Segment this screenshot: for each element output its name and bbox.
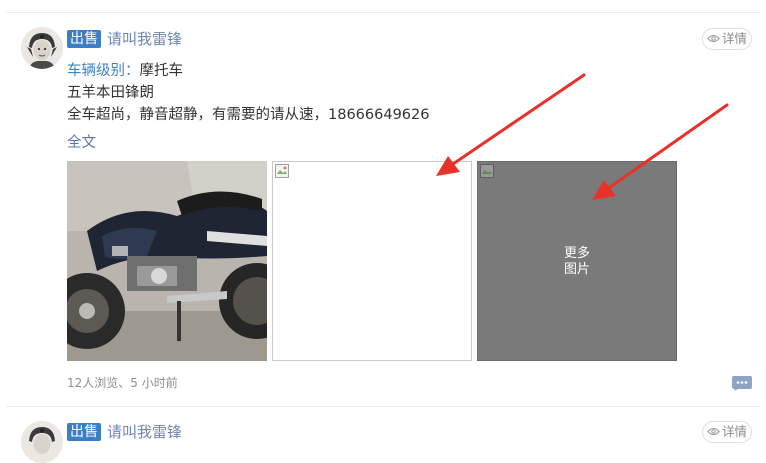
vehicle-level: 车辆级别：摩托车 [67, 61, 183, 81]
detail-label: 详情 [721, 31, 747, 46]
username-link[interactable]: 请叫我雷锋 [107, 422, 182, 442]
level-separator: ： [125, 63, 140, 79]
more-images-label: 更多 图片 [478, 246, 676, 278]
avatar[interactable] [21, 421, 63, 463]
avatar[interactable] [21, 27, 63, 69]
post-title: 五羊本田锋朗 [67, 85, 154, 101]
sale-badge: 出售 [67, 30, 101, 48]
full-text-link[interactable]: 全文 [67, 133, 96, 153]
level-label: 车辆级别 [67, 63, 125, 79]
image-placeholder[interactable] [272, 161, 472, 361]
post-divider [6, 406, 760, 407]
view-stats: 12人浏览、5 小时前 [67, 376, 178, 390]
more-images-tile[interactable]: 更多 图片 [477, 161, 677, 361]
eye-icon [707, 28, 720, 50]
top-divider [6, 12, 760, 13]
motorcycle-photo[interactable] [67, 161, 267, 361]
sale-badge: 出售 [67, 423, 101, 441]
detail-button[interactable]: 详情 [702, 421, 752, 443]
detail-button[interactable]: 详情 [702, 28, 752, 50]
level-value: 摩托车 [139, 63, 184, 79]
chat-bubble-icon[interactable] [732, 376, 752, 395]
more-label-line2: 图片 [563, 262, 590, 277]
username-link[interactable]: 请叫我雷锋 [107, 29, 182, 49]
broken-image-icon [480, 164, 494, 178]
detail-label: 详情 [721, 424, 747, 439]
more-label-line1: 更多 [563, 246, 590, 261]
broken-image-icon [275, 164, 289, 178]
eye-icon [707, 421, 720, 443]
annotation-arrow [448, 73, 586, 168]
post-description: 全车超尚，静音超静，有需要的请从速，18666649626 [67, 107, 430, 123]
